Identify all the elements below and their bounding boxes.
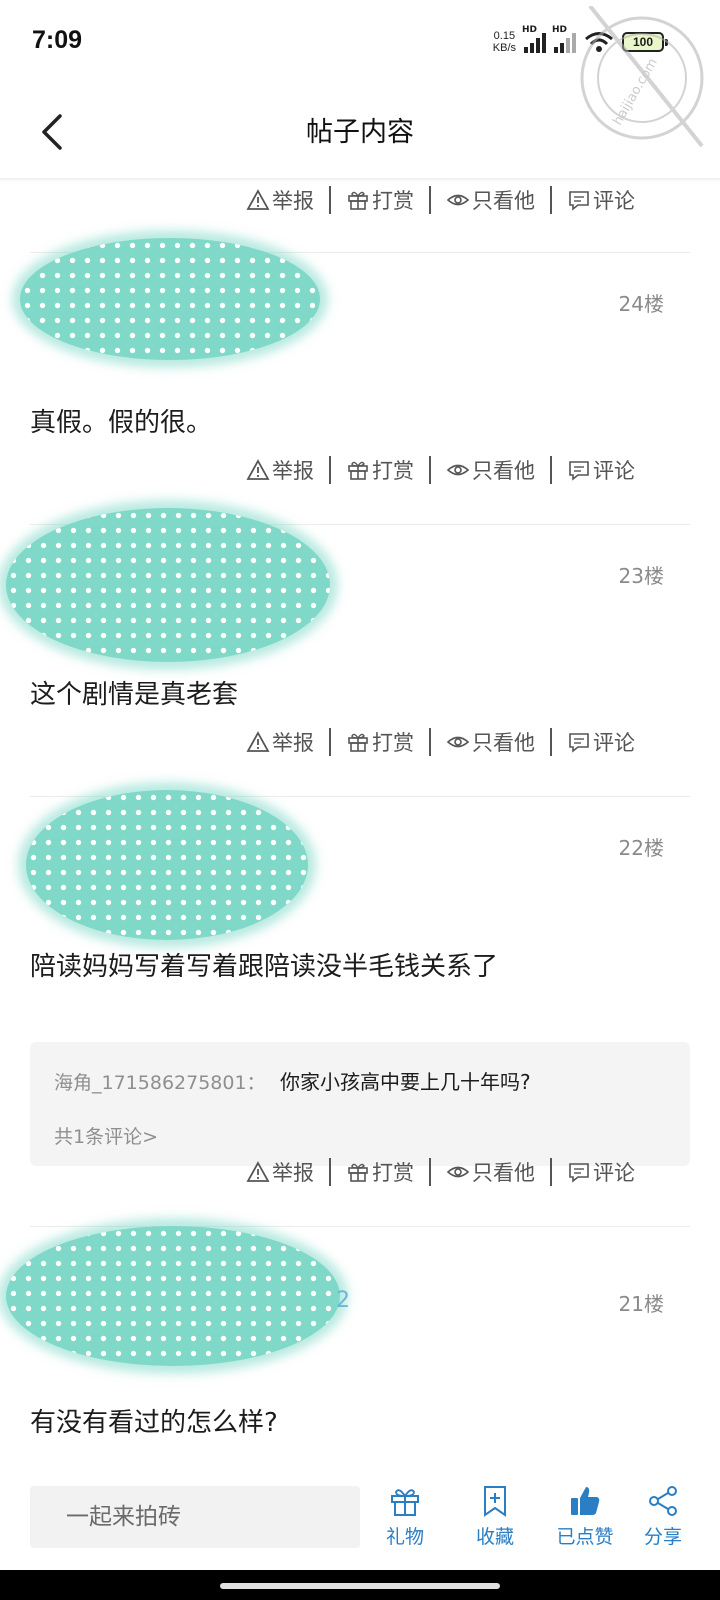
share-icon xyxy=(649,1486,677,1516)
gift-icon xyxy=(348,1163,368,1182)
post-divider xyxy=(30,1226,690,1227)
share-button[interactable]: 分享 xyxy=(628,1484,698,1549)
action-separator xyxy=(550,456,552,484)
post-content: 这个剧情是真老套 xyxy=(30,680,239,710)
eye-icon xyxy=(446,194,470,206)
comment-button[interactable]: 评论 xyxy=(567,1157,635,1187)
reply-username[interactable]: 海角_171586275801： xyxy=(54,1068,266,1095)
home-indicator[interactable] xyxy=(220,1583,500,1589)
network-speed: 0.15 KB/s xyxy=(492,30,516,54)
floor-number: 24楼 xyxy=(618,292,664,316)
favorite-button[interactable]: 收藏 xyxy=(460,1484,530,1549)
eye-icon xyxy=(446,736,470,748)
eye-icon xyxy=(446,1166,470,1178)
report-button[interactable]: 举报 xyxy=(246,455,314,485)
post-actions: 举报 打赏 只看他 评论 xyxy=(246,450,690,490)
warning-icon xyxy=(246,459,270,480)
action-separator xyxy=(429,1158,431,1186)
comment-icon xyxy=(569,461,589,481)
comment-button[interactable]: 评论 xyxy=(567,727,635,757)
bookmark-add-icon xyxy=(484,1486,506,1517)
post-actions: 举报 打赏 只看他 评论 xyxy=(246,180,690,220)
action-separator xyxy=(550,1158,552,1186)
reward-button[interactable]: 打赏 xyxy=(346,1157,414,1187)
comment-icon xyxy=(569,1163,589,1183)
only-him-button[interactable]: 只看他 xyxy=(446,455,535,485)
comment-input[interactable] xyxy=(30,1486,360,1548)
thumbs-up-icon xyxy=(571,1487,600,1515)
action-separator xyxy=(329,456,331,484)
floor-number: 22楼 xyxy=(618,836,664,860)
post-content: 陪读妈妈写着写着跟陪读没半毛钱关系了 xyxy=(30,952,499,982)
action-separator xyxy=(429,186,431,214)
page-title: 帖子内容 xyxy=(306,117,414,148)
report-button[interactable]: 举报 xyxy=(246,727,314,757)
action-separator xyxy=(329,1158,331,1186)
username-fragment: 2 xyxy=(336,1288,350,1313)
comment-icon xyxy=(569,733,589,753)
cell-signal-icon: HD xyxy=(522,25,546,53)
report-button[interactable]: 举报 xyxy=(246,185,314,215)
reply-text: 你家小孩高中要上几十年吗? xyxy=(280,1070,531,1094)
action-separator xyxy=(550,728,552,756)
only-him-button[interactable]: 只看他 xyxy=(446,727,535,757)
avatar-username-redacted xyxy=(6,1226,340,1366)
action-separator xyxy=(329,186,331,214)
avatar-username-redacted xyxy=(20,238,320,360)
report-button[interactable]: 举报 xyxy=(246,1157,314,1187)
bottom-toolbar: 礼物 收藏 已点赞 分享 xyxy=(0,1462,720,1570)
reward-button[interactable]: 打赏 xyxy=(346,455,414,485)
reward-button[interactable]: 打赏 xyxy=(346,185,414,215)
post-actions: 举报 打赏 只看他 评论 xyxy=(246,1152,690,1192)
post-actions: 举报 打赏 只看他 评论 xyxy=(246,722,690,762)
warning-icon xyxy=(246,731,270,752)
warning-icon xyxy=(246,189,270,210)
gift-icon xyxy=(348,191,368,210)
like-button[interactable]: 已点赞 xyxy=(540,1484,630,1549)
status-time: 7:09 xyxy=(32,26,83,54)
floor-number: 21楼 xyxy=(618,1292,664,1316)
action-separator xyxy=(329,728,331,756)
comment-icon xyxy=(569,191,589,211)
only-him-button[interactable]: 只看他 xyxy=(446,185,535,215)
post-content: 有没有看过的怎么样? xyxy=(30,1408,278,1438)
avatar-username-redacted xyxy=(26,790,308,940)
gift-icon xyxy=(391,1489,419,1516)
post-content: 真假。假的很。 xyxy=(30,408,213,438)
action-separator xyxy=(429,456,431,484)
system-nav-bar xyxy=(0,1570,720,1600)
gift-icon xyxy=(348,461,368,480)
warning-icon xyxy=(246,1161,270,1182)
action-separator xyxy=(550,186,552,214)
gift-icon xyxy=(348,733,368,752)
floor-number: 23楼 xyxy=(618,564,664,588)
view-all-replies-link[interactable]: 共1条评论> xyxy=(54,1122,158,1149)
eye-icon xyxy=(446,464,470,476)
header: 帖子内容 xyxy=(0,84,720,180)
gift-button[interactable]: 礼物 xyxy=(370,1484,440,1549)
action-separator xyxy=(429,728,431,756)
avatar-username-redacted xyxy=(6,508,330,662)
reward-button[interactable]: 打赏 xyxy=(346,727,414,757)
only-him-button[interactable]: 只看他 xyxy=(446,1157,535,1187)
reply-preview[interactable]: 海角_171586275801： 你家小孩高中要上几十年吗? 共1条评论> xyxy=(30,1042,690,1166)
comment-button[interactable]: 评论 xyxy=(567,455,635,485)
comment-button[interactable]: 评论 xyxy=(567,185,635,215)
